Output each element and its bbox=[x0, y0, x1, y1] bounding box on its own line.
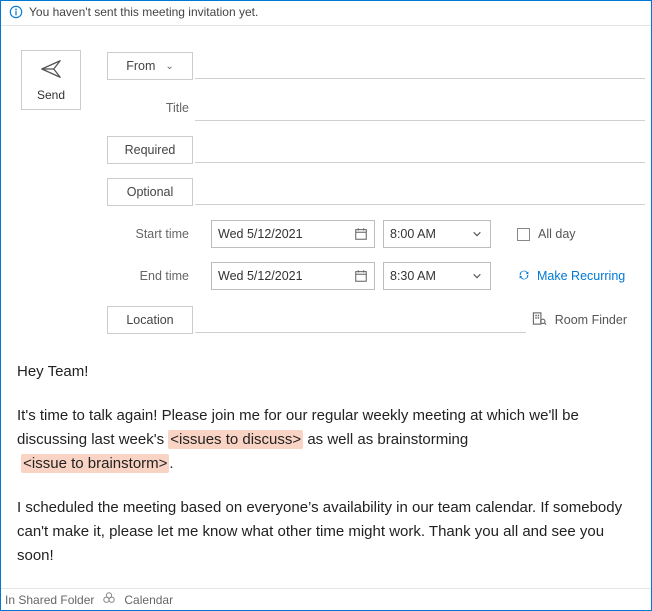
from-button[interactable]: From ⌄ bbox=[107, 52, 193, 80]
required-button[interactable]: Required bbox=[107, 136, 193, 164]
location-button[interactable]: Location bbox=[107, 306, 193, 334]
end-time-picker[interactable]: 8:30 AM bbox=[383, 262, 491, 290]
start-time-label: Start time bbox=[107, 227, 193, 241]
info-icon bbox=[9, 5, 23, 19]
make-recurring-button[interactable]: Make Recurring bbox=[517, 268, 625, 285]
calendar-icon bbox=[354, 227, 368, 241]
status-left: In Shared Folder bbox=[5, 593, 94, 607]
room-finder-label: Room Finder bbox=[555, 313, 627, 327]
optional-input[interactable] bbox=[195, 179, 645, 205]
message-body[interactable]: Hey Team! It's time to talk again! Pleas… bbox=[1, 336, 651, 568]
meeting-compose-window: You haven't sent this meeting invitation… bbox=[0, 0, 652, 611]
optional-button[interactable]: Optional bbox=[107, 178, 193, 206]
body-greeting: Hey Team! bbox=[17, 360, 635, 384]
start-time-picker[interactable]: 8:00 AM bbox=[383, 220, 491, 248]
body-paragraph-3: I scheduled the meeting based on everyon… bbox=[17, 496, 635, 568]
room-finder-button[interactable]: Room Finder bbox=[532, 311, 627, 329]
folder-icon bbox=[102, 591, 116, 608]
checkbox-box bbox=[517, 228, 530, 241]
start-date-value: Wed 5/12/2021 bbox=[218, 227, 303, 241]
send-icon bbox=[40, 58, 62, 80]
compose-header: Send From ⌄ Title bbox=[1, 26, 651, 336]
info-text: You haven't sent this meeting invitation… bbox=[29, 5, 258, 19]
start-time-value: 8:00 AM bbox=[390, 227, 436, 241]
status-bar: In Shared Folder Calendar bbox=[1, 588, 651, 610]
location-label: Location bbox=[126, 313, 173, 327]
send-button[interactable]: Send bbox=[21, 50, 81, 110]
chevron-down-icon: ⌄ bbox=[165, 61, 173, 72]
title-input[interactable] bbox=[195, 95, 645, 121]
status-folder: Calendar bbox=[124, 593, 173, 607]
end-date-value: Wed 5/12/2021 bbox=[218, 269, 303, 283]
recurring-icon bbox=[517, 268, 531, 285]
from-label: From bbox=[126, 59, 155, 73]
end-time-value: 8:30 AM bbox=[390, 269, 436, 283]
required-input[interactable] bbox=[195, 137, 645, 163]
placeholder-highlight: <issue to brainstorm> bbox=[21, 454, 169, 473]
body-text: as well as brainstorming bbox=[303, 431, 468, 448]
start-date-picker[interactable]: Wed 5/12/2021 bbox=[211, 220, 375, 248]
required-label: Required bbox=[125, 143, 176, 157]
end-date-picker[interactable]: Wed 5/12/2021 bbox=[211, 262, 375, 290]
placeholder-highlight: <issues to discuss> bbox=[168, 430, 303, 449]
body-text: . bbox=[169, 455, 173, 472]
make-recurring-label: Make Recurring bbox=[537, 269, 625, 283]
send-label: Send bbox=[37, 88, 65, 102]
chevron-down-icon bbox=[470, 269, 484, 283]
form-fields: From ⌄ Title Required bbox=[105, 50, 645, 336]
info-bar: You haven't sent this meeting invitation… bbox=[1, 1, 651, 26]
from-input[interactable] bbox=[195, 53, 645, 79]
calendar-icon bbox=[354, 269, 368, 283]
optional-label: Optional bbox=[127, 185, 174, 199]
end-time-label: End time bbox=[107, 269, 193, 283]
chevron-down-icon bbox=[470, 227, 484, 241]
all-day-checkbox[interactable]: All day bbox=[517, 227, 576, 241]
all-day-label: All day bbox=[538, 227, 576, 241]
location-input[interactable] bbox=[195, 307, 526, 333]
title-label: Title bbox=[107, 101, 193, 115]
room-finder-icon bbox=[532, 311, 547, 329]
body-paragraph-2: It's time to talk again! Please join me … bbox=[17, 404, 635, 476]
